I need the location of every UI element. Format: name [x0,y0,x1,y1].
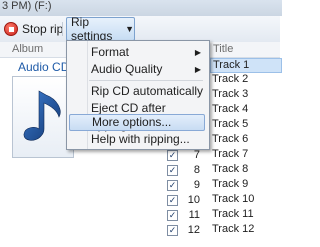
track-title[interactable]: Track 9 [210,178,280,191]
track-title[interactable]: Track 4 [210,103,280,116]
track-title[interactable]: Track 7 [210,148,280,161]
stop-rip-button[interactable]: Stop rip [4,19,63,39]
menu-separator [89,80,203,81]
toolbar-separator [62,22,63,36]
rip-settings-menu: Format ▶ Audio Quality ▶ Rip CD automati… [66,40,210,150]
title-column-header[interactable]: Title [213,43,233,55]
track-row[interactable]: ✓ 11 Track 11 [0,208,280,223]
track-title[interactable]: Track 6 [210,133,280,146]
menu-item-rip-cd-automatically[interactable]: Rip CD automatically [69,83,205,100]
track-title[interactable]: Track 10 [210,193,280,206]
track-row[interactable]: ✓ 7 Track 7 [0,148,280,163]
track-row[interactable]: ✓ 8 Track 8 [0,163,280,178]
menu-item-label: Format [91,45,130,59]
rip-settings-label: Rip settings [71,15,113,43]
toolbar: Stop rip Rip settings ▼ [0,15,280,43]
track-row[interactable]: ✓ 12 Track 12 [0,223,280,238]
track-title[interactable]: Track 12 [210,223,280,236]
menu-item-more-options[interactable]: More options... [69,114,205,131]
menu-item-format[interactable]: Format ▶ [69,44,205,61]
window-title: 3 PM) (F:) [0,0,282,16]
track-title[interactable]: Track 2 [210,73,280,86]
track-checkbox[interactable]: ✓ [167,195,178,206]
chevron-down-icon: ▼ [125,24,134,34]
track-row[interactable]: ✓ 10 Track 10 [0,193,280,208]
track-title[interactable]: Track 8 [210,163,280,176]
track-number: 10 [187,194,200,206]
menu-item-audio-quality[interactable]: Audio Quality ▶ [69,61,205,78]
album-column-header[interactable]: Album [12,43,43,55]
track-number: 9 [193,179,200,191]
menu-item-label: More options... [92,115,172,129]
track-checkbox[interactable]: ✓ [167,150,178,161]
stop-icon [4,22,18,36]
submenu-arrow-icon: ▶ [194,48,201,57]
track-checkbox[interactable]: ✓ [167,180,178,191]
rip-settings-button[interactable]: Rip settings ▼ [66,15,135,43]
track-title[interactable]: Track 11 [210,208,280,221]
track-checkbox[interactable]: ✓ [167,165,178,176]
track-title[interactable]: Track 1 [210,58,282,73]
track-number: 12 [187,224,200,236]
track-number: 8 [193,164,200,176]
track-title[interactable]: Track 5 [210,118,280,131]
stop-rip-label: Stop rip [22,22,64,36]
menu-item-label: Help with ripping... [91,132,190,146]
track-number: 7 [193,149,200,161]
track-row[interactable]: ✓ 9 Track 9 [0,178,280,193]
menu-item-label: Audio Quality [91,62,163,76]
menu-item-help-with-ripping[interactable]: Help with ripping... [69,131,205,148]
track-checkbox[interactable]: ✓ [167,210,178,221]
track-number: 11 [188,209,200,221]
submenu-arrow-icon: ▶ [194,65,201,74]
track-title[interactable]: Track 3 [210,88,280,101]
track-checkbox[interactable]: ✓ [167,225,178,236]
menu-item-label: Rip CD automatically [91,84,204,98]
